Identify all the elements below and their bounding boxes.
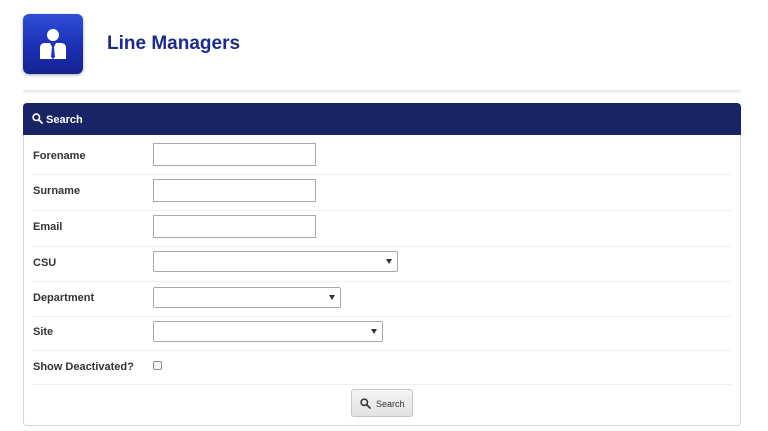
- header-divider: [23, 90, 741, 93]
- email-input[interactable]: [153, 215, 316, 238]
- search-icon: [360, 398, 371, 409]
- forename-label: Forename: [33, 150, 86, 162]
- forename-input[interactable]: [153, 143, 316, 166]
- department-row: Department: [32, 282, 732, 317]
- csu-select[interactable]: [153, 251, 398, 272]
- site-label: Site: [33, 326, 54, 338]
- user-badge-icon: [40, 29, 66, 59]
- app-logo: [23, 14, 83, 74]
- chevron-down-icon: [386, 259, 392, 264]
- department-select[interactable]: [153, 287, 341, 308]
- site-select[interactable]: [153, 321, 383, 342]
- email-row: Email: [32, 211, 732, 247]
- chevron-down-icon: [329, 295, 335, 300]
- email-label: Email: [33, 221, 63, 233]
- csu-row: CSU: [32, 247, 732, 282]
- chevron-down-icon: [371, 329, 377, 334]
- csu-label: CSU: [33, 257, 57, 269]
- surname-input[interactable]: [153, 179, 316, 202]
- department-label: Department: [33, 292, 95, 304]
- forename-row: Forename: [32, 138, 732, 175]
- show-deactivated-label: Show Deactivated?: [33, 361, 134, 373]
- page-title: Line Managers: [107, 33, 241, 54]
- search-button-label: Search: [376, 399, 405, 409]
- site-row: Site: [32, 317, 732, 351]
- search-panel-title: Search: [46, 114, 83, 126]
- show-deactivated-checkbox[interactable]: [153, 361, 162, 370]
- search-button[interactable]: Search: [351, 389, 413, 417]
- surname-row: Surname: [32, 175, 732, 211]
- search-panel: Search Forename Surname Email CSU Depart…: [23, 103, 741, 426]
- search-panel-header: Search: [23, 103, 741, 135]
- search-icon: [32, 113, 43, 124]
- show-deactivated-row: Show Deactivated?: [32, 351, 732, 385]
- surname-label: Surname: [33, 185, 81, 197]
